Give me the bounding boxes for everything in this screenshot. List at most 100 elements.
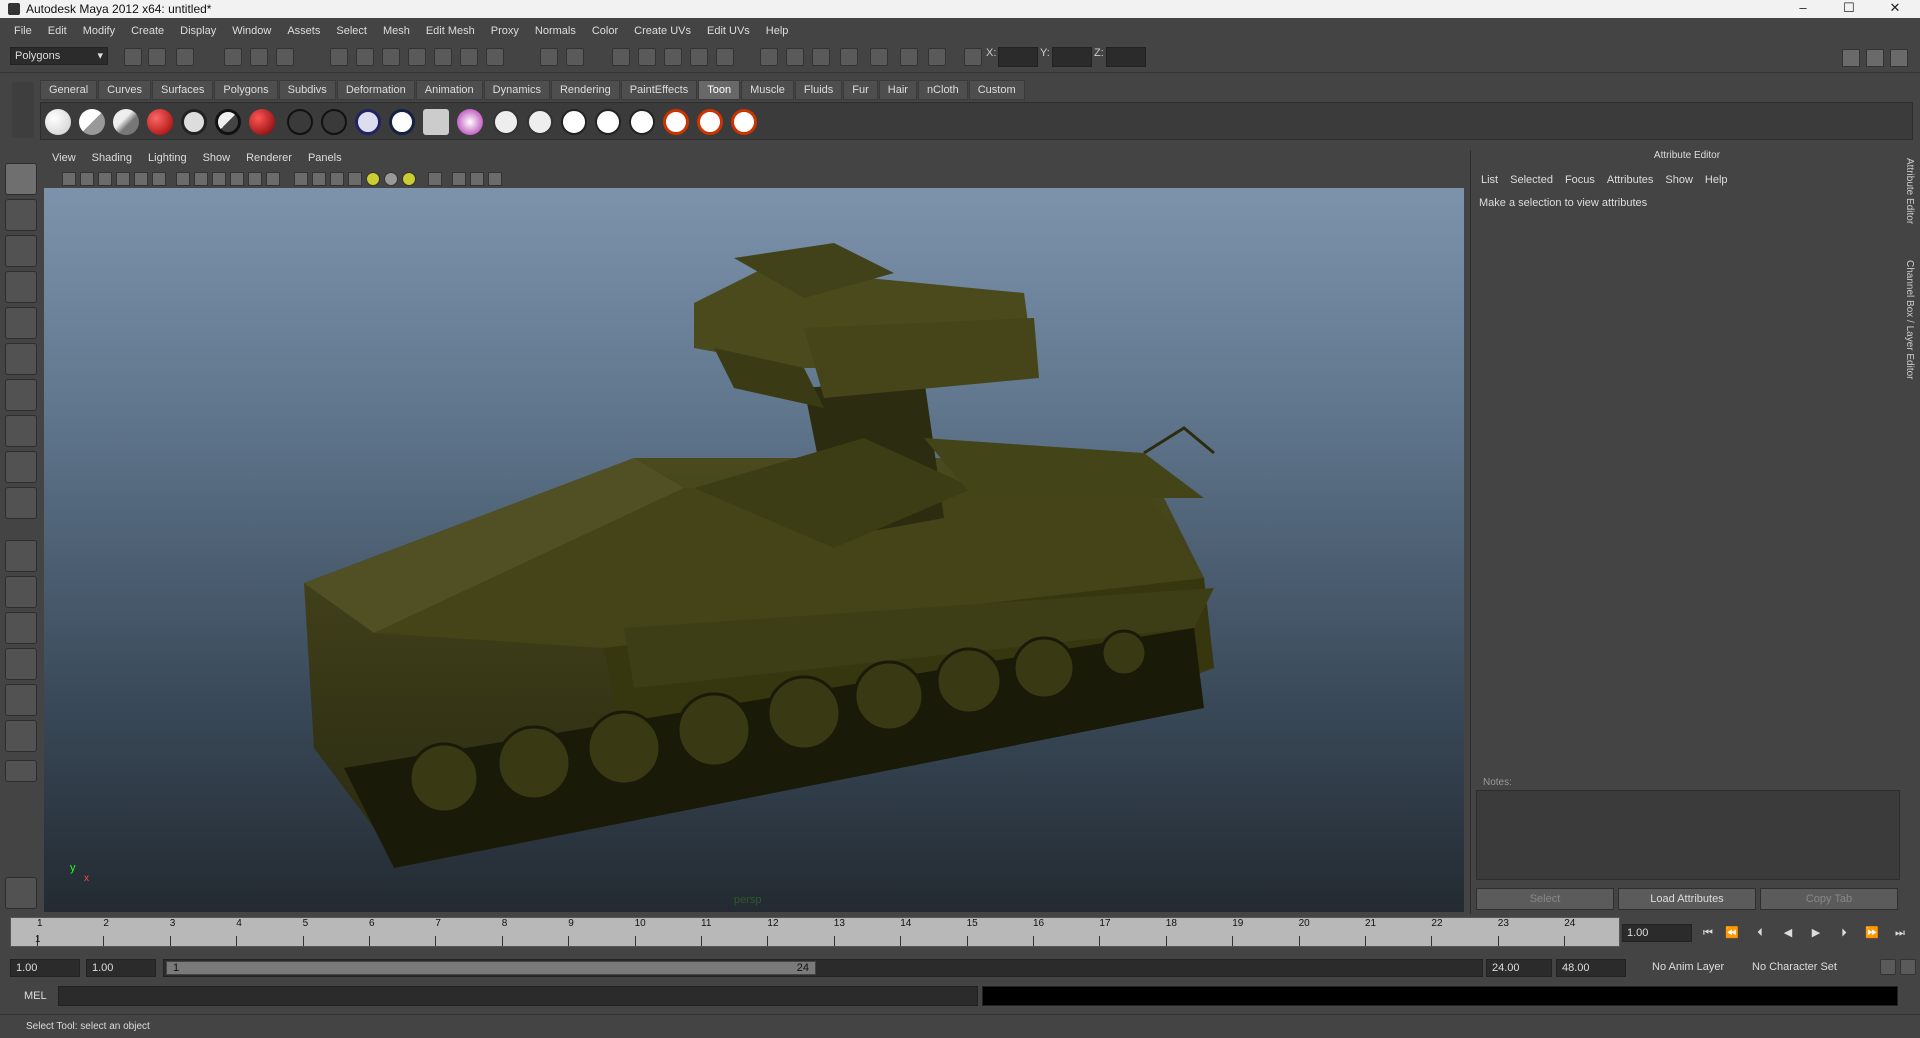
toon-brush-2-icon[interactable]: [527, 109, 553, 135]
toon-brush-1-icon[interactable]: [493, 109, 519, 135]
scale-tool-icon[interactable]: [5, 343, 37, 375]
menu-edit[interactable]: Edit: [40, 25, 75, 37]
menu-set-dropdown[interactable]: Polygons: [10, 47, 108, 65]
time-slider[interactable]: 1 2 3 4 5 6 7 8 9 10 11 12 13 14 15 16 17 18 19 20 21 22 23 24 …: [10, 917, 1620, 947]
toon-fill-bright-icon[interactable]: [113, 109, 139, 135]
persp-hypergraph-layout-icon[interactable]: [5, 684, 37, 716]
persp-outliner-layout-icon[interactable]: [5, 612, 37, 644]
viewport-menu-renderer[interactable]: Renderer: [238, 150, 300, 168]
notes-textarea[interactable]: [1476, 790, 1900, 880]
minimize-button[interactable]: –: [1780, 0, 1826, 18]
menu-edit-mesh[interactable]: Edit Mesh: [418, 25, 483, 37]
range-slider[interactable]: 1 24: [163, 959, 1483, 977]
menu-create[interactable]: Create: [123, 25, 172, 37]
show-manipulator-icon[interactable]: [5, 451, 37, 483]
wireframe-shading-icon[interactable]: [294, 172, 308, 186]
isolate-select-icon[interactable]: [266, 172, 280, 186]
safe-title-icon[interactable]: [248, 172, 262, 186]
wireframe-toggle-icon[interactable]: [870, 48, 888, 66]
perspective-viewport[interactable]: y x persp: [44, 188, 1464, 912]
attribute-editor-side-tab[interactable]: Attribute Editor: [1904, 158, 1915, 224]
copy-tab-button[interactable]: Copy Tab: [1760, 888, 1898, 910]
camera-attributes-icon[interactable]: [80, 172, 94, 186]
shelf-tab-fur[interactable]: Fur: [843, 80, 878, 100]
camera-select-icon[interactable]: [62, 172, 76, 186]
animation-preferences-icon[interactable]: [1900, 959, 1916, 975]
smooth-shading-icon[interactable]: [312, 172, 326, 186]
viewport-menu-lighting[interactable]: Lighting: [140, 150, 195, 168]
rotate-tool-icon[interactable]: [5, 307, 37, 339]
last-tool-icon[interactable]: [5, 487, 37, 519]
menu-normals[interactable]: Normals: [527, 25, 584, 37]
soft-mod-tool-icon[interactable]: [5, 415, 37, 447]
menu-window[interactable]: Window: [224, 25, 279, 37]
field-chart-icon[interactable]: [212, 172, 226, 186]
lasso-tool-icon[interactable]: [5, 199, 37, 231]
shelf-tab-animation[interactable]: Animation: [415, 80, 483, 100]
ae-select-button[interactable]: Select: [1476, 888, 1614, 910]
share-view-icon[interactable]: [488, 172, 502, 186]
toon-convert-icon[interactable]: [423, 109, 449, 135]
ae-menu-attributes[interactable]: Attributes: [1605, 174, 1663, 186]
toon-outline-white-icon[interactable]: [181, 109, 207, 135]
default-lighting-icon[interactable]: [366, 172, 380, 186]
menu-edit-uvs[interactable]: Edit UVs: [699, 25, 758, 37]
single-perspective-layout-icon[interactable]: [5, 540, 37, 572]
shelf-tab-dynamics[interactable]: Dynamics: [483, 80, 550, 100]
toon-brush-3-icon[interactable]: [561, 109, 587, 135]
shelf-tab-polygons[interactable]: Polygons: [214, 80, 278, 100]
command-input[interactable]: [58, 986, 978, 1006]
shelf-tab-surfaces[interactable]: Surfaces: [151, 80, 214, 100]
toon-line-offset-icon[interactable]: [389, 109, 415, 135]
ae-menu-show[interactable]: Show: [1663, 174, 1703, 186]
shelf-tab-hair[interactable]: Hair: [878, 80, 917, 100]
anim-layer-dropdown[interactable]: No Anim Layer: [1652, 961, 1724, 973]
layout-toggle-icon[interactable]: [760, 48, 778, 66]
texture-toggle-icon[interactable]: [928, 48, 946, 66]
shadows-icon[interactable]: [402, 172, 416, 186]
toon-fill-red-icon[interactable]: [147, 109, 173, 135]
go-to-start-icon[interactable]: ⏮: [1700, 925, 1716, 941]
quick-layout-hand-icon[interactable]: [5, 877, 37, 909]
four-view-layout-icon[interactable]: [5, 576, 37, 608]
hud-icon[interactable]: [470, 172, 484, 186]
film-gate-icon[interactable]: [152, 172, 166, 186]
xray-icon[interactable]: [428, 172, 442, 186]
image-plane-icon[interactable]: [116, 172, 130, 186]
play-backwards-icon[interactable]: ◀: [1780, 925, 1796, 941]
open-scene-icon[interactable]: [148, 48, 166, 66]
shelf-tab-ncloth[interactable]: nCloth: [917, 80, 968, 100]
toggle-tool-settings-icon[interactable]: [1866, 49, 1884, 67]
snap-curve-icon[interactable]: [356, 48, 374, 66]
wireframe-on-shaded-icon[interactable]: [330, 172, 344, 186]
backface-culling-icon[interactable]: [452, 172, 466, 186]
toon-brush-8-icon[interactable]: [731, 109, 757, 135]
toon-brush-4-icon[interactable]: [595, 109, 621, 135]
shelf-menu-icon[interactable]: [12, 82, 34, 138]
select-tool-icon[interactable]: [5, 163, 37, 195]
layout-more-icon[interactable]: [5, 760, 37, 782]
play-forwards-icon[interactable]: ▶: [1808, 925, 1824, 941]
save-scene-icon[interactable]: [176, 48, 194, 66]
viewport-menu-view[interactable]: View: [44, 150, 84, 168]
viewport-menu-show[interactable]: Show: [195, 150, 239, 168]
menu-modify[interactable]: Modify: [75, 25, 123, 37]
z-field[interactable]: [1106, 47, 1146, 67]
step-back-frame-icon[interactable]: ⏪: [1724, 925, 1740, 941]
toon-paint-icon[interactable]: [457, 109, 483, 135]
toon-brush-7-icon[interactable]: [697, 109, 723, 135]
new-scene-icon[interactable]: [124, 48, 142, 66]
toon-assign-outline-icon[interactable]: [355, 109, 381, 135]
animation-start-field[interactable]: 1.00: [10, 959, 80, 977]
persp-graph-layout-icon[interactable]: [5, 648, 37, 680]
key-icon[interactable]: [1880, 959, 1896, 975]
grid-icon[interactable]: [134, 172, 148, 186]
menu-select[interactable]: Select: [328, 25, 375, 37]
ae-menu-focus[interactable]: Focus: [1563, 174, 1605, 186]
load-attributes-button[interactable]: Load Attributes: [1618, 888, 1756, 910]
bookmark-icon[interactable]: [98, 172, 112, 186]
toon-fill-shaded-icon[interactable]: [79, 109, 105, 135]
paint-tool-icon[interactable]: [716, 48, 734, 66]
viewport-menu-panels[interactable]: Panels: [300, 150, 350, 168]
tank-model[interactable]: [44, 188, 1464, 912]
